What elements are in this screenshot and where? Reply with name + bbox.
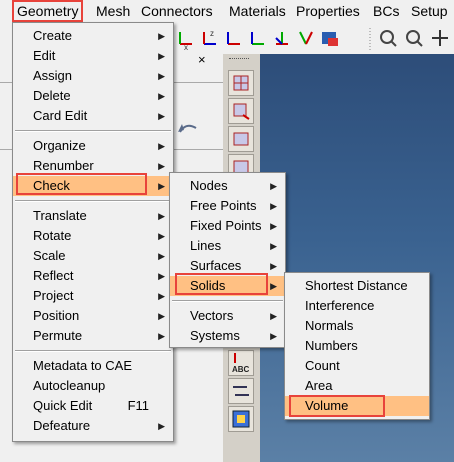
z-axis-icon[interactable]: z (203, 29, 216, 45)
menu-item-delete[interactable]: Delete ▶ (13, 86, 173, 106)
highlight-box-solids (175, 273, 268, 295)
chevron-right-icon: ▶ (158, 271, 165, 281)
menu-item-permute[interactable]: Permute ▶ (13, 326, 173, 346)
axis-flip-icon[interactable] (299, 31, 313, 45)
geometry-menu: Create ▶ Edit ▶ Assign ▶ Delete ▶ Card Edit ▶… (12, 22, 174, 442)
menu-item-project[interactable]: Project ▶ (13, 286, 173, 306)
chevron-right-icon: ▶ (158, 231, 165, 241)
menu-materials[interactable]: Materials (229, 2, 286, 20)
chevron-right-icon: ▶ (270, 331, 277, 341)
chevron-right-icon: ▶ (158, 251, 165, 261)
chevron-right-icon: ▶ (270, 281, 277, 291)
menu-item-systems[interactable]: Systems ▶ (170, 326, 285, 346)
menu-bar: Geometry Mesh Connectors Materials Prope… (0, 0, 454, 22)
check-submenu: Nodes ▶ Free Points ▶ Fixed Points ▶ Lines ▶… (169, 172, 286, 348)
menu-separator (15, 200, 171, 202)
menu-item-area[interactable]: Area (285, 376, 429, 396)
menu-item-rotate[interactable]: Rotate ▶ (13, 226, 173, 246)
chevron-right-icon: ▶ (158, 31, 165, 41)
axis-iso-icon[interactable] (275, 32, 288, 45)
mesh-grid-icon[interactable] (228, 70, 254, 96)
menu-item-position[interactable]: Position ▶ (13, 306, 173, 326)
menu-setup[interactable]: Setup (411, 2, 448, 20)
menu-item-nodes[interactable]: Nodes ▶ (170, 176, 285, 196)
menu-item-scale[interactable]: Scale ▶ (13, 246, 173, 266)
shaded-view-icon[interactable] (322, 32, 338, 46)
chevron-right-icon: ▶ (270, 241, 277, 251)
chevron-right-icon: ▶ (158, 331, 165, 341)
menu-item-fixed-points[interactable]: Fixed Points ▶ (170, 216, 285, 236)
menu-item-normals[interactable]: Normals (285, 316, 429, 336)
mesh-face-icon[interactable] (228, 126, 254, 152)
toolbar-grip (229, 58, 249, 61)
highlight-box-volume (289, 395, 385, 417)
menu-item-count[interactable]: Count (285, 356, 429, 376)
mesh-edit-icon[interactable] (228, 98, 254, 124)
shortcut-label: F11 (127, 398, 149, 413)
chevron-right-icon: ▶ (270, 261, 277, 271)
chevron-right-icon: ▶ (158, 421, 165, 431)
menu-item-interference[interactable]: Interference (285, 296, 429, 316)
chevron-right-icon: ▶ (158, 91, 165, 101)
menu-item-metadata-to-cae[interactable]: Metadata to CAE (13, 356, 173, 376)
svg-text:z: z (210, 29, 214, 38)
menu-item-numbers[interactable]: Numbers (285, 336, 429, 356)
chevron-right-icon: ▶ (158, 311, 165, 321)
view-toolbar: x z (179, 28, 448, 52)
close-icon[interactable]: × (198, 52, 206, 67)
menu-item-free-points[interactable]: Free Points ▶ (170, 196, 285, 216)
chevron-right-icon: ▶ (158, 291, 165, 301)
menu-geometry[interactable]: Geometry (11, 0, 84, 22)
highlight-box-check (16, 173, 147, 195)
menu-properties[interactable]: Properties (296, 2, 360, 20)
menu-item-vectors[interactable]: Vectors ▶ (170, 306, 285, 326)
x-axis-icon[interactable]: x (179, 32, 192, 52)
swap-icon[interactable] (228, 378, 254, 404)
menu-connectors[interactable]: Connectors (141, 2, 213, 20)
menu-separator (15, 130, 171, 132)
label-abc-icon[interactable]: ABC (228, 350, 254, 376)
menu-item-reflect[interactable]: Reflect ▶ (13, 266, 173, 286)
menu-bcs[interactable]: BCs (373, 2, 399, 20)
menu-separator (172, 300, 283, 302)
chevron-right-icon: ▶ (270, 311, 277, 321)
undo-arrow-icon[interactable] (176, 120, 200, 136)
menu-item-autocleanup[interactable]: Autocleanup (13, 376, 173, 396)
menu-item-defeature[interactable]: Defeature ▶ (13, 416, 173, 436)
chevron-right-icon: ▶ (158, 161, 165, 171)
menu-item-assign[interactable]: Assign ▶ (13, 66, 173, 86)
chevron-right-icon: ▶ (158, 111, 165, 121)
menu-item-lines[interactable]: Lines ▶ (170, 236, 285, 256)
rotate-icon[interactable] (432, 30, 448, 46)
menu-item-shortest-distance[interactable]: Shortest Distance (285, 276, 429, 296)
axis-left-icon[interactable] (251, 32, 264, 45)
chevron-right-icon: ▶ (158, 71, 165, 81)
menu-separator (15, 350, 171, 352)
zoom-box-icon[interactable] (380, 30, 397, 47)
chevron-right-icon: ▶ (158, 181, 165, 191)
chevron-right-icon: ▶ (158, 141, 165, 151)
menu-item-organize[interactable]: Organize ▶ (13, 136, 173, 156)
menu-item-edit[interactable]: Edit ▶ (13, 46, 173, 66)
menu-item-quick-edit[interactable]: Quick Edit F11 (13, 396, 173, 416)
menu-item-card-edit[interactable]: Card Edit ▶ (13, 106, 173, 126)
menu-item-translate[interactable]: Translate ▶ (13, 206, 173, 226)
y-axis-icon[interactable] (227, 32, 240, 45)
zoom-fit-icon[interactable] (406, 30, 423, 47)
selection-box-icon[interactable] (228, 406, 254, 432)
menu-item-create[interactable]: Create ▶ (13, 26, 173, 46)
chevron-right-icon: ▶ (158, 211, 165, 221)
menu-mesh[interactable]: Mesh (96, 2, 130, 20)
chevron-right-icon: ▶ (158, 51, 165, 61)
svg-text:x: x (184, 43, 188, 52)
chevron-right-icon: ▶ (270, 201, 277, 211)
chevron-right-icon: ▶ (270, 181, 277, 191)
svg-text:ABC: ABC (232, 365, 250, 374)
chevron-right-icon: ▶ (270, 221, 277, 231)
